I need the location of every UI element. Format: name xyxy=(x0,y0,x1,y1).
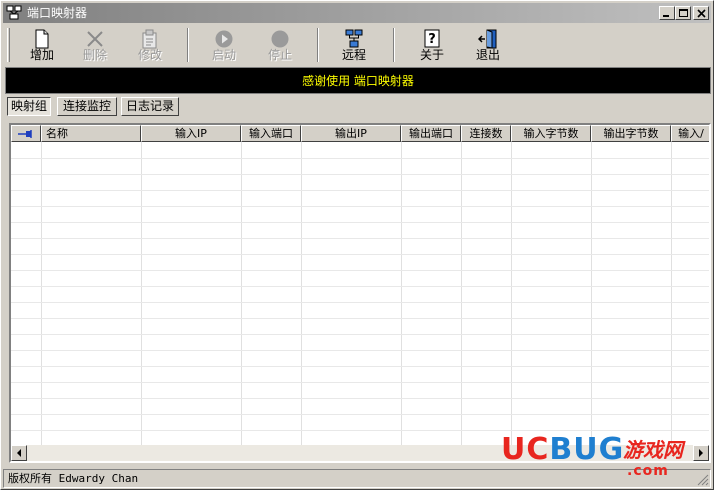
grid-line xyxy=(11,158,709,159)
window-title: 端口映射器 xyxy=(27,6,88,20)
edit-icon xyxy=(142,29,157,49)
tab-mapping-group[interactable]: 映射组 xyxy=(7,97,51,116)
network-icon xyxy=(345,29,363,48)
column-header-name[interactable]: 名称 xyxy=(41,125,141,142)
column-header-input-bytes[interactable]: 输入字节数 xyxy=(511,125,591,142)
grid-line xyxy=(11,398,709,399)
grid-line xyxy=(11,174,709,175)
about-button[interactable]: ? 关于 xyxy=(407,27,457,63)
document-icon xyxy=(35,29,49,49)
app-network-icon[interactable] xyxy=(6,5,22,21)
grid-line xyxy=(591,142,592,445)
watermark-brand-bug: BUG xyxy=(549,432,625,467)
column-header-connections[interactable]: 连接数 xyxy=(461,125,511,142)
minimize-button[interactable] xyxy=(659,6,675,20)
maximize-icon xyxy=(679,9,688,17)
toolbar-grip[interactable] xyxy=(7,28,10,62)
grid-line xyxy=(671,142,672,445)
add-button-label: 增加 xyxy=(29,48,54,62)
exit-button-label: 退出 xyxy=(475,48,500,62)
grid-line xyxy=(11,334,709,335)
grid-line xyxy=(11,254,709,255)
column-header-output-ip[interactable]: 输出IP xyxy=(301,125,401,142)
remote-button[interactable]: 远程 xyxy=(329,27,379,63)
grid-line xyxy=(11,222,709,223)
toolbar-separator xyxy=(187,28,189,62)
start-button[interactable]: 启动 xyxy=(199,27,249,63)
grid-line xyxy=(11,206,709,207)
toolbar-separator xyxy=(317,28,319,62)
toolbar-separator xyxy=(393,28,395,62)
help-icon: ? xyxy=(424,29,440,48)
delete-button-label: 删除 xyxy=(82,48,107,62)
grid-line xyxy=(11,430,709,431)
close-button[interactable] xyxy=(693,6,709,20)
column-header-input-more[interactable]: 输入/ xyxy=(671,125,709,142)
copyright-text: 版权所有 Edwardy Chan xyxy=(8,472,139,485)
tab-connection-monitor[interactable]: 连接监控 xyxy=(57,97,117,116)
maximize-button[interactable] xyxy=(675,6,691,20)
welcome-banner: 感谢使用 端口映射器 xyxy=(5,67,711,94)
close-icon xyxy=(697,9,706,18)
list-header: 名称 输入IP 输入端口 输出IP 输出端口 连接数 输入字节数 输出字节数 输… xyxy=(11,125,709,143)
grid-line xyxy=(41,142,42,445)
grid-line xyxy=(11,414,709,415)
start-button-label: 启动 xyxy=(211,48,236,62)
grid-line xyxy=(511,142,512,445)
edit-button-label: 修改 xyxy=(137,48,162,62)
watermark-com: .com xyxy=(627,463,669,479)
stop-button-label: 停止 xyxy=(267,48,292,62)
mapping-list[interactable]: 名称 输入IP 输入端口 输出IP 输出端口 连接数 输入字节数 输出字节数 输… xyxy=(9,123,711,463)
watermark-brand: UCBUG xyxy=(501,433,624,467)
grid-line xyxy=(401,142,402,445)
list-body[interactable] xyxy=(11,142,709,445)
x-icon xyxy=(87,31,103,47)
grid-line xyxy=(11,382,709,383)
column-header-input-port[interactable]: 输入端口 xyxy=(241,125,301,142)
title-bar[interactable]: 端口映射器 xyxy=(3,3,711,23)
play-icon xyxy=(215,30,233,48)
column-header-output-bytes[interactable]: 输出字节数 xyxy=(591,125,671,142)
column-header-output-port[interactable]: 输出端口 xyxy=(401,125,461,142)
stop-icon xyxy=(271,30,289,48)
add-button[interactable]: 增加 xyxy=(17,27,67,63)
grid-line xyxy=(11,190,709,191)
grid-line xyxy=(141,142,142,445)
grid-line xyxy=(11,366,709,367)
svg-text:?: ? xyxy=(428,32,436,47)
exit-button[interactable]: 退出 xyxy=(463,27,513,63)
ucbug-watermark: UCBUG 游戏网 .com xyxy=(495,433,707,485)
grid-line xyxy=(301,142,302,445)
column-header-pin[interactable] xyxy=(11,125,41,142)
arrow-left-icon xyxy=(17,449,21,457)
tab-log[interactable]: 日志记录 xyxy=(121,97,179,116)
about-button-label: 关于 xyxy=(419,48,444,62)
grid-line xyxy=(11,286,709,287)
scroll-left-button[interactable] xyxy=(11,445,27,461)
pin-icon xyxy=(18,130,32,138)
column-header-input-ip[interactable]: 输入IP xyxy=(141,125,241,142)
remote-button-label: 远程 xyxy=(341,48,366,62)
welcome-banner-text: 感谢使用 端口映射器 xyxy=(302,74,414,88)
toolbar: 增加 删除 修改 启动 停止 远程 ? 关于 退出 xyxy=(3,25,711,65)
grid-line xyxy=(11,302,709,303)
main-window: 端口映射器 增加 删除 修改 启动 停止 远程 ? 关于 退出 感谢使用 端口映… xyxy=(0,0,714,490)
minimize-icon xyxy=(663,15,669,17)
exit-door-icon xyxy=(478,29,497,49)
grid-line xyxy=(11,238,709,239)
watermark-cn: 游戏网 xyxy=(623,438,683,462)
edit-button[interactable]: 修改 xyxy=(125,27,175,63)
grid-line xyxy=(461,142,462,445)
watermark-brand-uc: UC xyxy=(501,432,550,467)
stop-button[interactable]: 停止 xyxy=(255,27,305,63)
grid-line xyxy=(11,350,709,351)
grid-line xyxy=(241,142,242,445)
grid-line xyxy=(11,270,709,271)
delete-button[interactable]: 删除 xyxy=(70,27,120,63)
grid-line xyxy=(11,318,709,319)
